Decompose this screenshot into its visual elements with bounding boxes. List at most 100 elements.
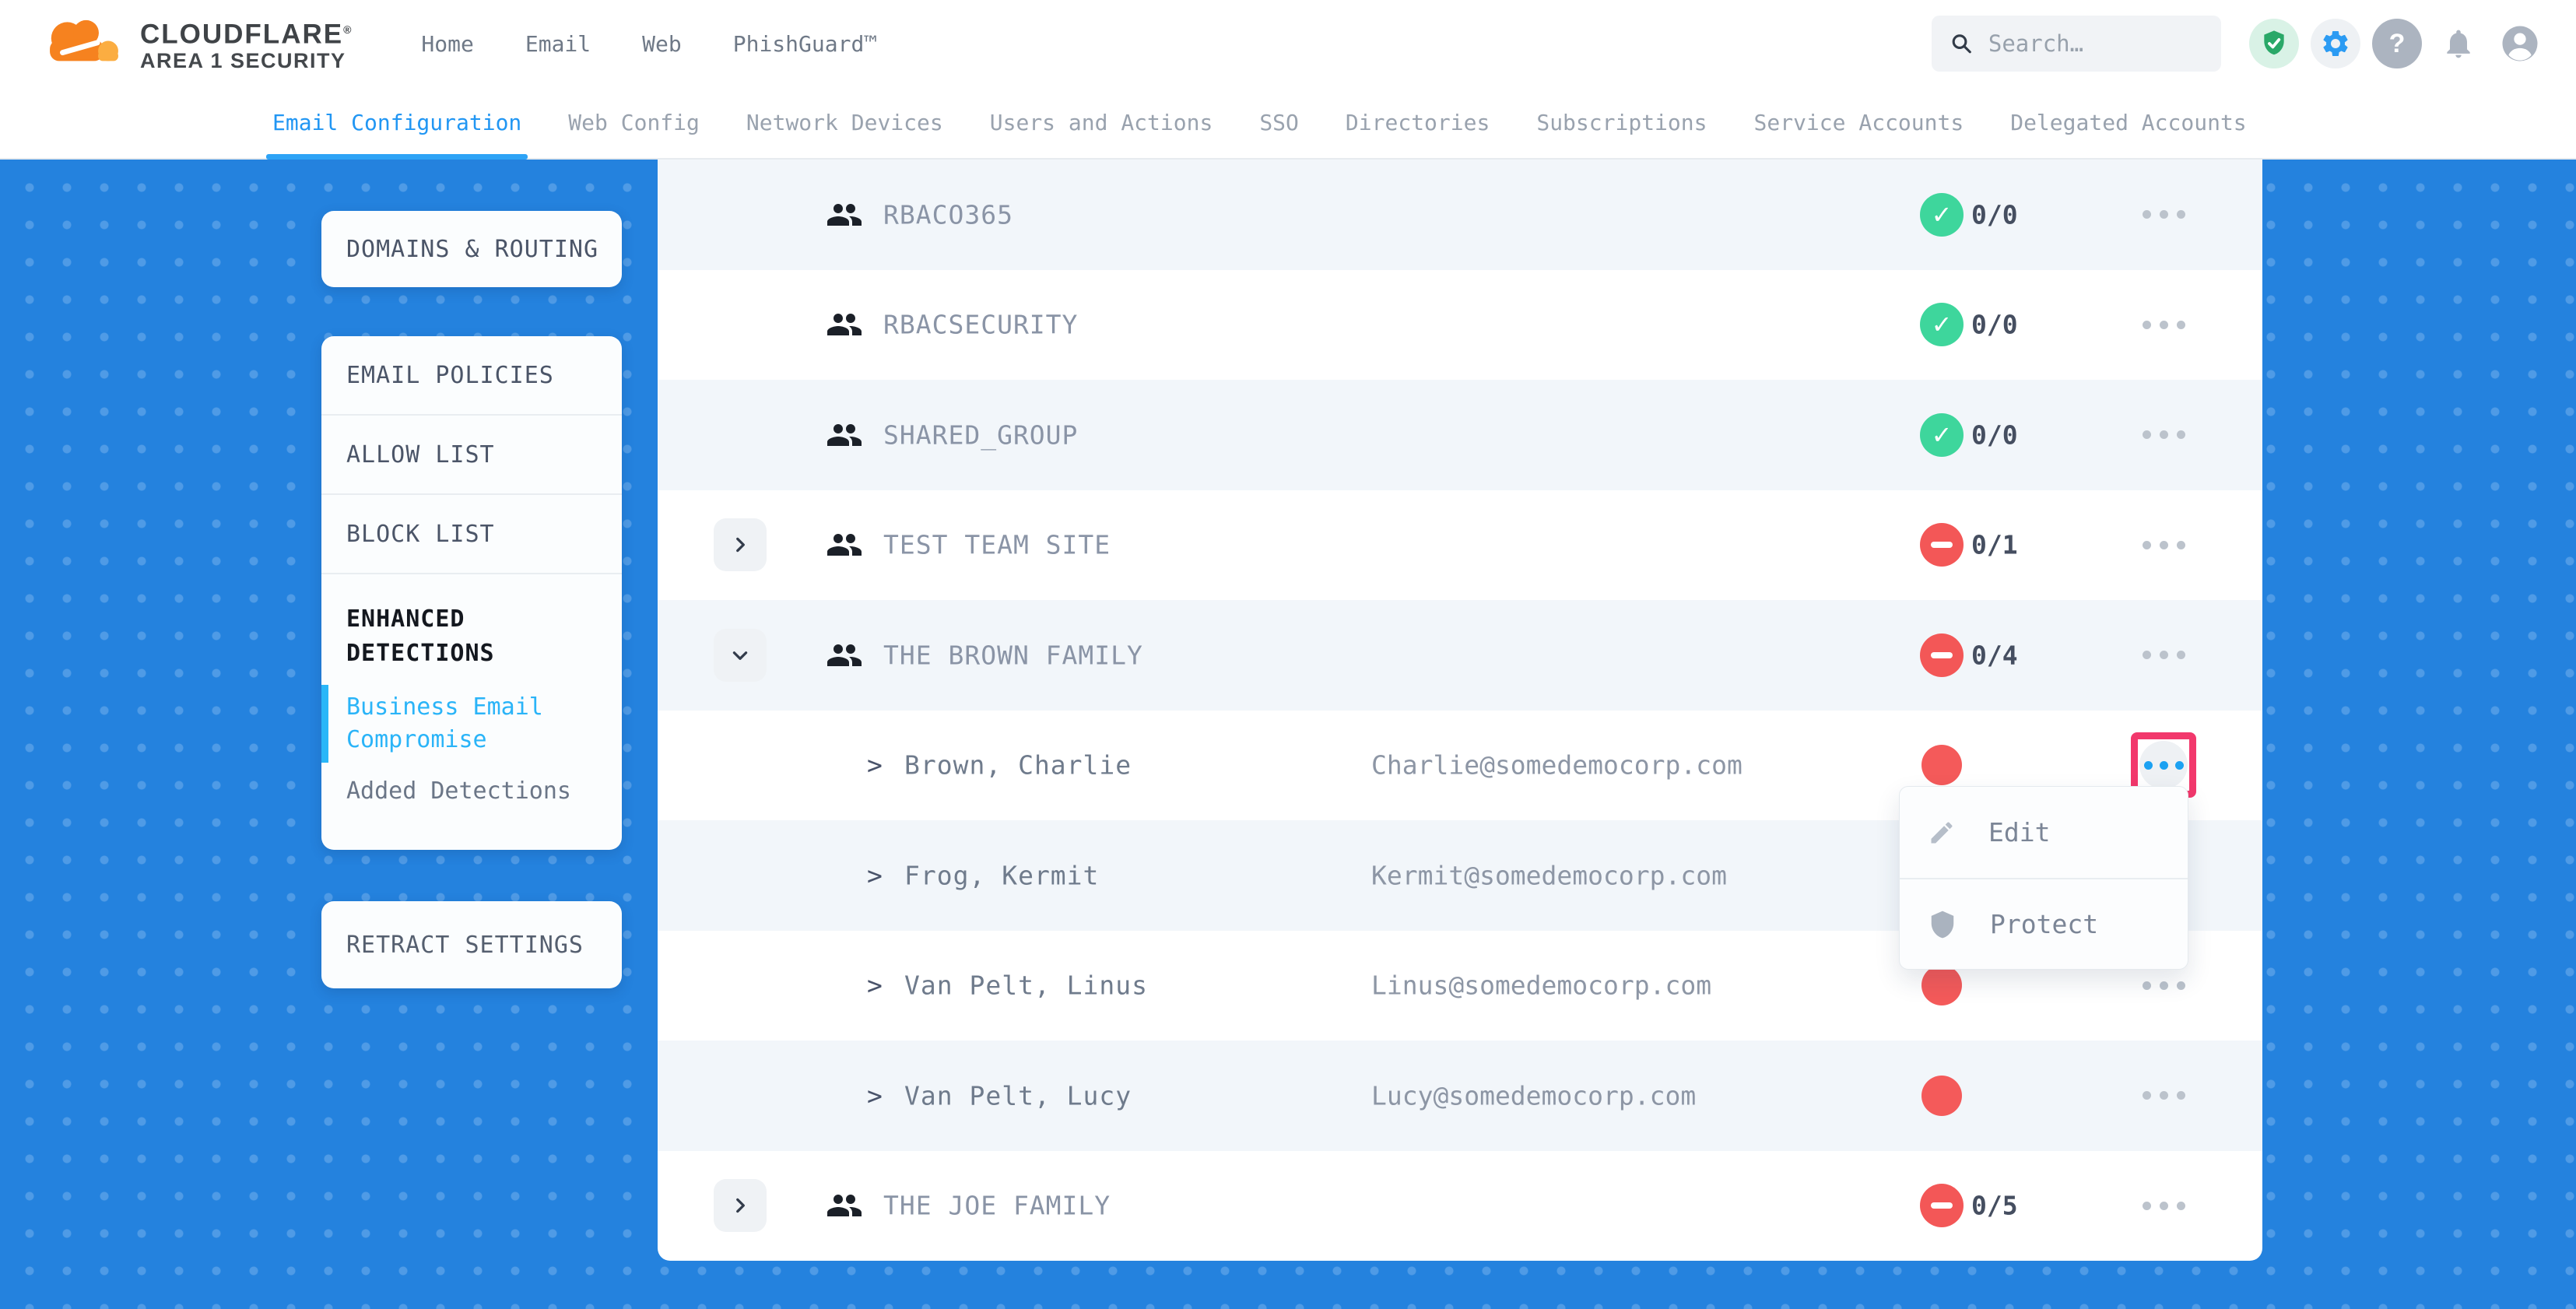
table-row[interactable]: TEST TEAM SITE 0/1 [658,490,2262,601]
protection-status-icon[interactable] [2249,19,2299,68]
protection-count: 0/0 [1971,419,2018,450]
brand-registered-mark: ® [343,23,353,36]
status-badge-protected: ✓ [1920,193,1964,237]
group-icon [826,416,863,454]
member-name: Brown, Charlie [904,750,1132,781]
sidebar-item-enhanced-detections[interactable]: ENHANCED DETECTIONS [346,602,597,671]
tab-service-accounts[interactable]: Service Accounts [1754,87,1964,158]
section-tabs: Email Configuration Web Config Network D… [0,87,2576,160]
groups-table: RBACO365 ✓ 0/0 RBACSECURITY ✓ 0/0 SHARED… [658,160,2262,1261]
brand-subtitle: AREA 1 SECURITY [140,49,353,72]
nav-item-phishguard[interactable]: PhishGuard™ [733,31,877,57]
sidebar-label: DOMAINS & ROUTING [346,236,598,263]
row-actions-button[interactable] [2133,529,2194,560]
settings-button[interactable] [2311,19,2360,68]
table-row[interactable]: RBACO365 ✓ 0/0 [658,160,2262,270]
sidebar-item-block-list[interactable]: BLOCK LIST [321,495,622,574]
collapse-group-button[interactable] [714,629,767,682]
question-mark-icon: ? [2389,29,2406,59]
table-row[interactable]: > Van Pelt, Lucy Lucy@somedemocorp.com [658,1041,2262,1151]
account-button[interactable] [2495,19,2545,68]
help-button[interactable]: ? [2372,19,2422,68]
menu-item-label: Edit [1988,817,2050,848]
member-marker: > [867,750,883,781]
status-badge-unprotected [1920,633,1964,677]
member-marker: > [867,970,883,1001]
group-name: RBACO365 [883,199,1013,230]
protection-count: 0/5 [1971,1191,2018,1221]
table-row[interactable]: THE BROWN FAMILY 0/4 [658,600,2262,711]
row-actions-button[interactable] [2133,970,2194,1001]
menu-item-protect[interactable]: Protect [1900,878,2188,969]
group-icon [826,637,863,674]
group-icon [826,526,863,563]
member-name: Frog, Kermit [904,860,1099,890]
group-icon [826,1187,863,1224]
status-dot-unprotected [1921,965,1962,1005]
table-row[interactable]: SHARED_GROUP ✓ 0/0 [658,380,2262,490]
ellipsis-icon [2139,741,2188,789]
row-actions-button[interactable] [2133,199,2194,230]
context-menu: Edit Protect [1899,786,2188,970]
cloudflare-cloud-icon [40,12,128,75]
row-actions-button[interactable] [2133,419,2194,451]
user-avatar-icon [2499,23,2541,65]
member-name: Van Pelt, Linus [904,970,1148,1001]
table-row[interactable]: THE JOE FAMILY 0/5 [658,1151,2262,1262]
sidebar-item-retract-settings[interactable]: RETRACT SETTINGS [321,901,622,988]
menu-item-edit[interactable]: Edit [1900,787,2188,878]
group-name: THE BROWN FAMILY [883,640,1143,670]
sidebar-item-domains-routing[interactable]: DOMAINS & ROUTING [321,211,622,287]
protection-count: 0/4 [1971,640,2018,670]
group-icon [826,306,863,343]
tab-users-and-actions[interactable]: Users and Actions [990,87,1213,158]
search-input[interactable] [1988,30,2202,57]
expand-group-button[interactable] [714,1179,767,1232]
notifications-button[interactable] [2434,19,2483,68]
status-dot-unprotected [1921,1076,1962,1116]
nav-item-email[interactable]: Email [525,31,591,57]
nav-item-home[interactable]: Home [421,31,473,57]
protection-count: 0/1 [1971,530,2018,560]
row-actions-button[interactable] [2133,1080,2194,1111]
protection-count: 0/0 [1971,310,2018,340]
row-actions-button[interactable] [2133,640,2194,671]
member-marker: > [867,860,883,890]
status-dot-unprotected [1921,745,1962,785]
tab-email-configuration[interactable]: Email Configuration [272,87,521,158]
status-badge-protected: ✓ [1920,413,1964,457]
cloudflare-logo[interactable]: CLOUDFLARE® AREA 1 SECURITY [40,12,353,75]
brand-name: CLOUDFLARE® [140,15,353,50]
group-icon [826,196,863,233]
protection-count: 0/0 [1971,199,2018,230]
tab-network-devices[interactable]: Network Devices [746,87,943,158]
bell-icon [2441,26,2476,61]
status-badge-unprotected [1920,1184,1964,1227]
sidebar-item-allow-list[interactable]: ALLOW LIST [321,416,622,495]
tab-delegated-accounts[interactable]: Delegated Accounts [2010,87,2246,158]
chevron-down-icon [730,645,750,665]
pencil-icon [1928,819,1956,847]
sidebar-item-email-policies[interactable]: EMAIL POLICIES [321,336,622,416]
tab-subscriptions[interactable]: Subscriptions [1536,87,1707,158]
nav-item-web[interactable]: Web [642,31,682,57]
row-actions-button[interactable] [2133,1190,2194,1221]
table-row[interactable]: RBACSECURITY ✓ 0/0 [658,270,2262,381]
sidebar-label: ALLOW LIST [346,441,495,469]
gear-icon [2320,28,2351,59]
menu-item-label: Protect [1990,909,2098,939]
expand-group-button[interactable] [714,518,767,571]
tab-directories[interactable]: Directories [1346,87,1490,158]
row-actions-button[interactable] [2133,309,2194,340]
top-nav: Home Email Web PhishGuard™ [421,31,877,57]
search-box[interactable] [1932,16,2221,72]
main-canvas: DOMAINS & ROUTING EMAIL POLICIES ALLOW L… [0,160,2576,1309]
sidebar-item-business-email-compromise[interactable]: Business Email Compromise [346,691,597,756]
tab-web-config[interactable]: Web Config [568,87,700,158]
tab-sso[interactable]: SSO [1259,87,1299,158]
group-name: TEST TEAM SITE [883,530,1111,560]
status-badge-unprotected [1920,523,1964,567]
shield-check-icon [2259,29,2289,58]
minus-icon [1931,542,1953,548]
sidebar-item-added-detections[interactable]: Added Detections [346,775,597,808]
